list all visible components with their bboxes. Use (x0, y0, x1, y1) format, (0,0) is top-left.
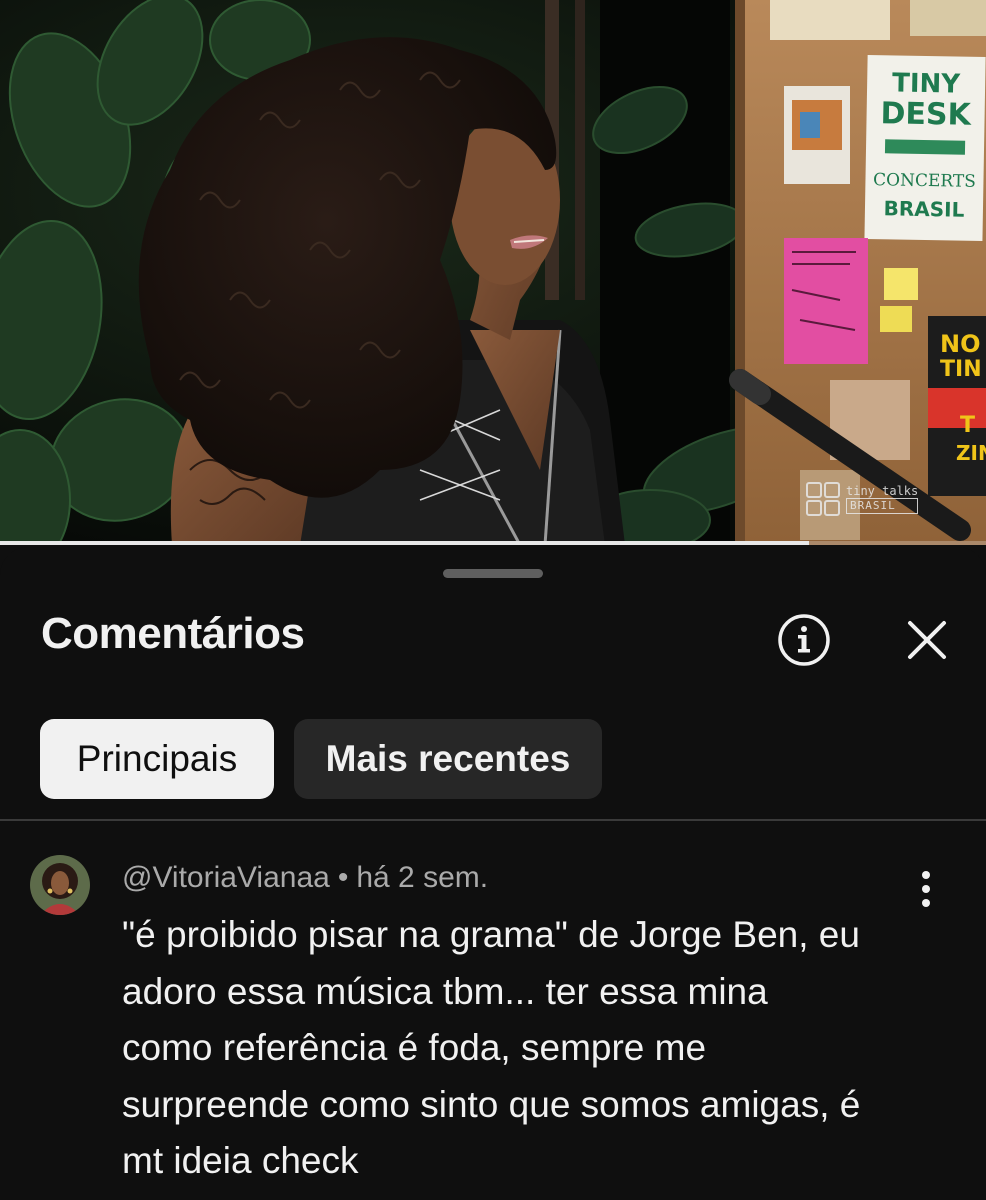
more-vert-icon (922, 871, 930, 907)
watermark-line1: tiny talks (846, 484, 919, 498)
avatar[interactable] (30, 855, 90, 915)
sheet-title: Comentários (41, 609, 305, 658)
close-button[interactable] (900, 613, 954, 667)
info-circle-icon (778, 614, 830, 666)
video-player[interactable]: TINY DESK CONCERTS BRASIL NO TIN T ZI ti… (0, 0, 986, 545)
info-button[interactable] (777, 613, 831, 667)
watermark-line2: BRASIL (846, 498, 919, 514)
svg-text:T: T (960, 413, 975, 438)
comment-text: "é proibido pisar na grama" de Jorge Ben… (122, 914, 861, 1181)
svg-text:BRASIL: BRASIL (883, 196, 964, 221)
svg-text:TINY: TINY (892, 68, 962, 99)
chip-principais[interactable]: Principais (40, 719, 274, 799)
avatar-image (30, 855, 90, 915)
meta-separator: • (337, 861, 349, 894)
video-frame: TINY DESK CONCERTS BRASIL NO TIN T ZI (0, 0, 986, 545)
svg-text:ZIN: ZIN (956, 441, 986, 465)
video-progress-fill (0, 541, 809, 545)
channel-watermark: tiny talks BRASIL (806, 482, 919, 516)
comments-sheet: Comentários Principais Mais recentes @Vi… (0, 547, 986, 1200)
svg-text:TIN: TIN (940, 357, 982, 382)
comment-item: @VitoriaVianaa • há 2 sem. "é proibido pis… (0, 821, 986, 1200)
comment-menu-button[interactable] (906, 865, 946, 913)
svg-text:CONCERTS: CONCERTS (873, 170, 976, 192)
comment-time: há 2 sem. (356, 861, 489, 894)
comment-meta: @VitoriaVianaa • há 2 sem. (122, 861, 488, 895)
close-icon (908, 621, 946, 659)
comment-author[interactable]: @VitoriaVianaa (122, 861, 330, 894)
video-progress-bar[interactable] (0, 541, 986, 545)
sheet-drag-handle[interactable] (443, 569, 543, 578)
svg-text:NO: NO (940, 330, 981, 358)
sort-chips: Principais Mais recentes (40, 719, 602, 799)
chip-mais-recentes[interactable]: Mais recentes (294, 719, 602, 799)
watermark-logo-icon (806, 482, 840, 516)
svg-text:DESK: DESK (880, 96, 973, 133)
